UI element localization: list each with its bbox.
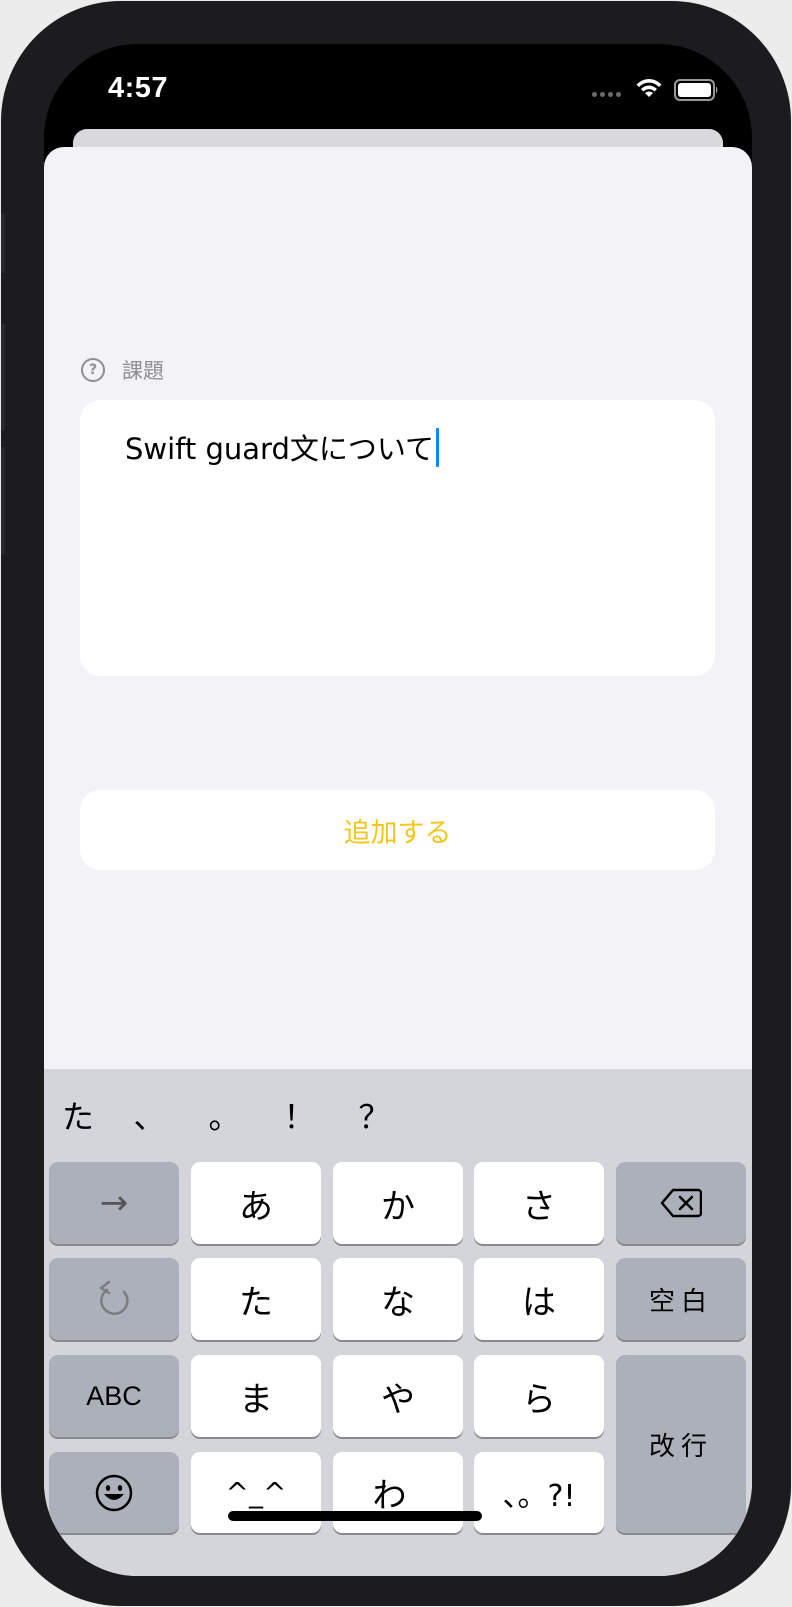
candidate-item[interactable]: 、 [112,1092,187,1138]
japanese-kana-keyboard: た 、 。 ！ ？ → あ か さ た な は 空白 ABC ま や ら 改行 … [44,1069,752,1576]
space-key[interactable]: 空白 [616,1258,746,1340]
volume-up-button [1,323,5,431]
candidate-item[interactable]: ？ [337,1092,412,1138]
kana-key-ta[interactable]: た [191,1258,321,1340]
candidate-item[interactable]: た [62,1092,112,1138]
status-time: 4:57 [108,72,169,104]
punctuation-key[interactable]: 、。?! [474,1452,604,1533]
kana-key-ha[interactable]: は [474,1258,604,1340]
candidate-bar: た 、 。 ！ ？ [44,1069,752,1161]
kana-key-a[interactable]: あ [191,1162,321,1244]
undo-icon [99,1280,129,1315]
phone-frame: 4:57 ? 課題 Swift guard文について 追加する た 、 。 ！ … [1,1,791,1606]
section-label: 課題 [122,359,164,383]
home-indicator[interactable] [228,1511,482,1521]
undo-key[interactable] [49,1258,179,1340]
emoji-key[interactable] [49,1452,179,1533]
question-circle-icon[interactable]: ? [81,358,105,382]
arrow-right-key[interactable]: → [49,1162,179,1244]
notch [208,44,588,101]
delete-backspace-icon [660,1188,702,1218]
kana-key-ya[interactable]: や [333,1355,463,1437]
text-caret [435,427,439,467]
kana-key-na[interactable]: な [333,1258,463,1340]
candidate-item[interactable]: 。 [187,1092,262,1138]
add-button[interactable]: 追加する [80,790,715,870]
silent-switch [1,213,5,273]
cellular-signal-icon [592,92,621,97]
volume-down-button [1,447,5,555]
kana-key-ma[interactable]: ま [191,1355,321,1437]
delete-key[interactable] [616,1162,746,1244]
wifi-icon [636,79,662,97]
task-text: Swift guard文について [125,432,434,466]
task-text-editor[interactable]: Swift guard文について [80,400,715,676]
battery-icon [674,79,718,101]
space-key-label: 空白 [648,1286,713,1317]
section-header: ? 課題 [81,355,164,385]
kana-key-ka[interactable]: か [333,1162,463,1244]
kana-key-sa[interactable]: さ [474,1162,604,1244]
abc-key-label: ABC [86,1380,142,1411]
abc-key[interactable]: ABC [49,1355,179,1437]
kana-key-ra[interactable]: ら [474,1355,604,1437]
modal-sheet: ? 課題 Swift guard文について 追加する た 、 。 ！ ？ → あ… [44,147,752,1576]
return-key-label: 改行 [648,1431,713,1462]
return-key[interactable]: 改行 [616,1355,746,1533]
task-text-value: Swift guard文について [125,426,439,468]
emoji-icon [95,1474,133,1511]
screen: 4:57 ? 課題 Swift guard文について 追加する た 、 。 ！ … [44,44,752,1576]
candidate-item[interactable]: ！ [262,1092,337,1138]
